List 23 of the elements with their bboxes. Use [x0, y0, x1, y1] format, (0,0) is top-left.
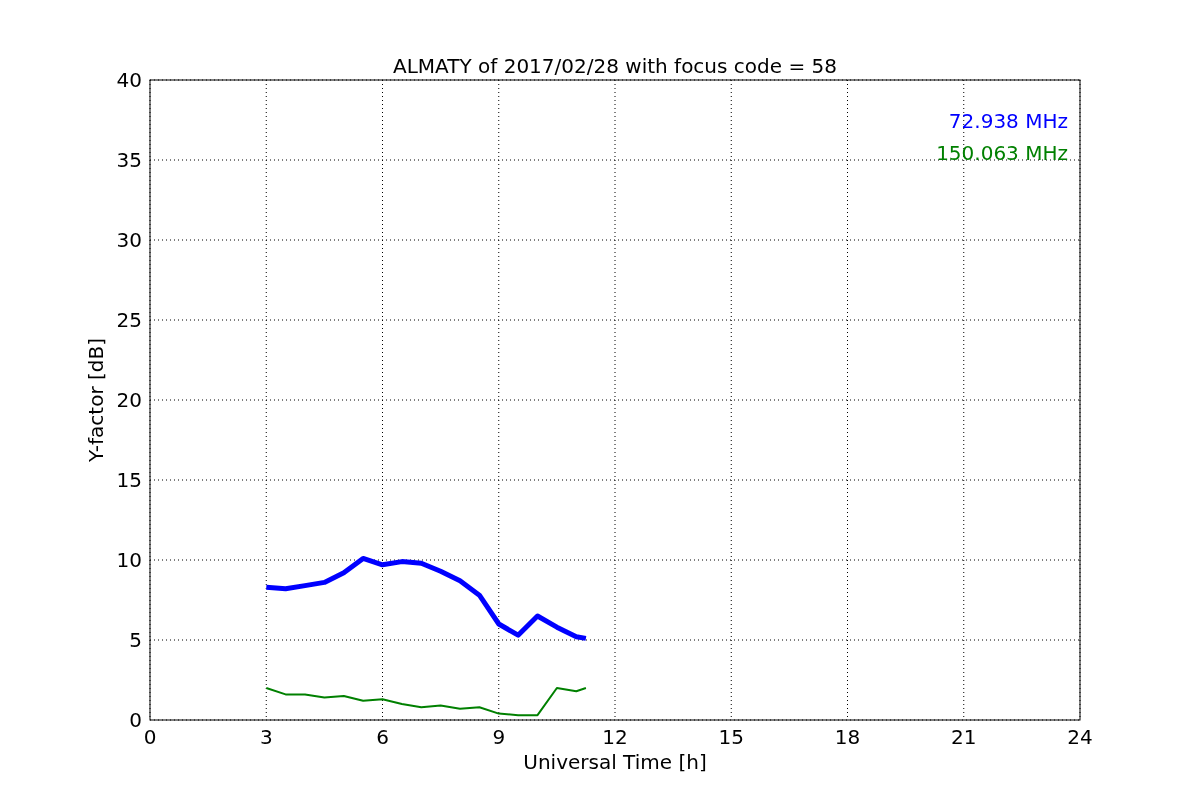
tick-label: 18: [834, 725, 861, 749]
tick-label: 30: [116, 228, 142, 252]
chart-title: ALMATY of 2017/02/28 with focus code = 58: [393, 54, 837, 78]
tick-label: 0: [143, 725, 157, 749]
tick-label: 3: [259, 725, 273, 749]
tick-label: 12: [602, 725, 628, 749]
tick-label: 35: [116, 148, 142, 172]
axis-label: Y-factor [dB]: [84, 338, 108, 462]
tick-label: 25: [116, 308, 142, 332]
legend-label: 72.938 MHz: [948, 109, 1068, 133]
tick-label: 15: [116, 468, 142, 492]
tick-label: 0: [129, 708, 142, 732]
tick-label: 6: [376, 725, 389, 749]
tick-label: 9: [492, 725, 506, 749]
tick-label: 5: [129, 628, 142, 652]
legend-label: 150.063 MHz: [936, 141, 1068, 165]
tick-label: 21: [951, 725, 977, 749]
axis-label: Universal Time [h]: [523, 750, 707, 774]
tick-label: 40: [116, 68, 142, 92]
tick-label: 10: [116, 548, 142, 572]
tick-label: 20: [116, 388, 142, 412]
tick-label: 24: [1067, 725, 1093, 749]
tick-label: 15: [718, 725, 744, 749]
